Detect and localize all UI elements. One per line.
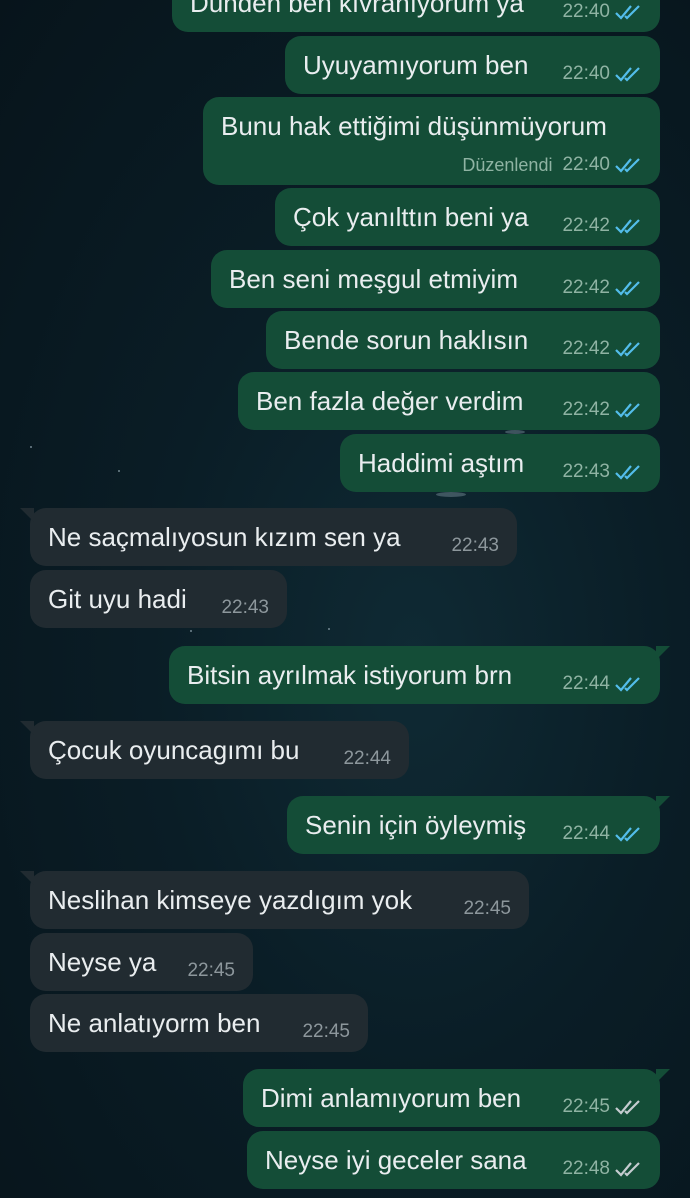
message-meta: 22:45 (187, 960, 235, 982)
message-time: 22:42 (562, 338, 610, 359)
message-time: 22:45 (463, 898, 511, 919)
message-time: 22:45 (302, 1021, 350, 1042)
message-bubble-incoming[interactable]: Git uyu hadi 22:43 (30, 570, 287, 628)
message-meta: 22:45 (302, 1021, 350, 1043)
message-bubble-incoming[interactable]: Ne anlatıyorm ben 22:45 (30, 994, 368, 1052)
message-meta: 22:42 (562, 399, 642, 421)
message-time: 22:45 (187, 960, 235, 981)
message-meta: 22:42 (562, 215, 642, 237)
message-text: Ben seni meşgul etmiyim (229, 264, 518, 294)
message-text: Bende sorun haklısın (284, 325, 529, 355)
message-time: 22:44 (562, 673, 610, 694)
message-meta: 22:43 (221, 597, 269, 619)
message-text: Uyuyamıyorum ben (303, 50, 529, 80)
message-meta: 22:45 (562, 1096, 642, 1118)
message-meta: Düzenlendi 22:40 (462, 154, 642, 176)
message-meta: 22:44 (562, 823, 642, 845)
message-bubble-outgoing[interactable]: Ben fazla değer verdim 22:42 (238, 372, 660, 430)
message-meta: 22:40 (562, 63, 642, 85)
message-text: Bunu hak ettiğimi düşünmüyorum (221, 111, 607, 141)
message-time: 22:43 (221, 597, 269, 618)
message-bubble-outgoing[interactable]: Dimi anlamıyorum ben 22:45 (243, 1069, 670, 1127)
message-time: 22:40 (562, 1, 610, 22)
message-time: 22:44 (562, 823, 610, 844)
message-bubble-incoming[interactable]: Neslihan kimseye yazdıgım yok 22:45 (20, 871, 529, 929)
message-time: 22:45 (562, 1096, 610, 1117)
message-time: 22:42 (562, 277, 610, 298)
message-time: 22:43 (451, 535, 499, 556)
message-meta: 22:40 (562, 1, 642, 23)
bubble-tail (656, 646, 670, 660)
message-bubble-outgoing[interactable]: Bitsin ayrılmak istiyorum brn 22:44 (169, 646, 670, 704)
message-time: 22:40 (562, 154, 610, 175)
message-text: Git uyu hadi (48, 584, 187, 614)
edited-label: Düzenlendi (462, 154, 553, 175)
read-ticks-icon (615, 67, 640, 82)
message-bubble-outgoing[interactable]: Bunu hak ettiğimi düşünmüyorum Düzenlend… (203, 97, 660, 185)
message-bubble-incoming[interactable]: Neyse ya 22:45 (30, 933, 253, 991)
message-text: Çocuk oyuncagımı bu (48, 735, 300, 765)
message-time: 22:42 (562, 399, 610, 420)
message-text: Haddimi aştım (358, 448, 525, 478)
message-bubble-incoming[interactable]: Çocuk oyuncagımı bu 22:44 (20, 721, 409, 779)
message-text: Dünden ben kıvranıyorum ya (190, 0, 524, 18)
message-meta: 22:43 (562, 461, 642, 483)
read-ticks-icon (615, 403, 640, 418)
message-time: 22:43 (562, 461, 610, 482)
bubble-tail (656, 1069, 670, 1083)
bubble-tail (20, 721, 34, 735)
bubble-tail (656, 796, 670, 810)
read-ticks-icon (615, 677, 640, 692)
message-bubble-outgoing[interactable]: Uyuyamıyorum ben 22:40 (285, 36, 660, 94)
read-ticks-icon (615, 158, 640, 173)
message-bubble-outgoing[interactable]: Dünden ben kıvranıyorum ya 22:40 (172, 0, 660, 32)
message-text: Ben fazla değer verdim (256, 386, 524, 416)
message-text: Bitsin ayrılmak istiyorum brn (187, 660, 513, 690)
message-text: Neyse iyi geceler sana (265, 1145, 527, 1175)
message-bubble-outgoing[interactable]: Bende sorun haklısın 22:42 (266, 311, 660, 369)
message-text: Ne saçmalıyosun kızım sen ya (48, 522, 401, 552)
message-meta: 22:44 (343, 748, 391, 770)
message-text: Dimi anlamıyorum ben (261, 1083, 522, 1113)
read-ticks-icon (615, 827, 640, 842)
message-text: Neyse ya (48, 947, 157, 977)
delivered-ticks-icon (615, 1100, 640, 1115)
message-time: 22:48 (562, 1158, 610, 1179)
message-time: 22:44 (343, 748, 391, 769)
message-time: 22:40 (562, 63, 610, 84)
message-time: 22:42 (562, 215, 610, 236)
message-bubble-outgoing[interactable]: Senin için öyleymiş 22:44 (287, 796, 670, 854)
delivered-ticks-icon (615, 1162, 640, 1177)
read-ticks-icon (615, 5, 640, 20)
message-text: Ne anlatıyorm ben (48, 1008, 261, 1038)
message-meta: 22:43 (451, 535, 499, 557)
message-meta: 22:42 (562, 338, 642, 360)
read-ticks-icon (615, 342, 640, 357)
message-meta: 22:42 (562, 277, 642, 299)
bubble-tail (20, 508, 34, 522)
message-bubble-incoming[interactable]: Ne saçmalıyosun kızım sen ya 22:43 (20, 508, 517, 566)
message-text: Senin için öyleymiş (305, 810, 527, 840)
message-meta: 22:45 (463, 898, 511, 920)
read-ticks-icon (615, 465, 640, 480)
message-bubble-outgoing[interactable]: Ben seni meşgul etmiyim 22:42 (211, 250, 660, 308)
message-bubble-outgoing[interactable]: Haddimi aştım 22:43 (340, 434, 660, 492)
bubble-tail (20, 871, 34, 885)
read-ticks-icon (615, 219, 640, 234)
message-bubble-outgoing[interactable]: Neyse iyi geceler sana 22:48 (247, 1131, 660, 1189)
message-meta: 22:48 (562, 1158, 642, 1180)
message-meta: 22:44 (562, 673, 642, 695)
message-text: Neslihan kimseye yazdıgım yok (48, 885, 413, 915)
read-ticks-icon (615, 281, 640, 296)
message-bubble-outgoing[interactable]: Çok yanılttın beni ya 22:42 (275, 188, 660, 246)
message-text: Çok yanılttın beni ya (293, 202, 529, 232)
